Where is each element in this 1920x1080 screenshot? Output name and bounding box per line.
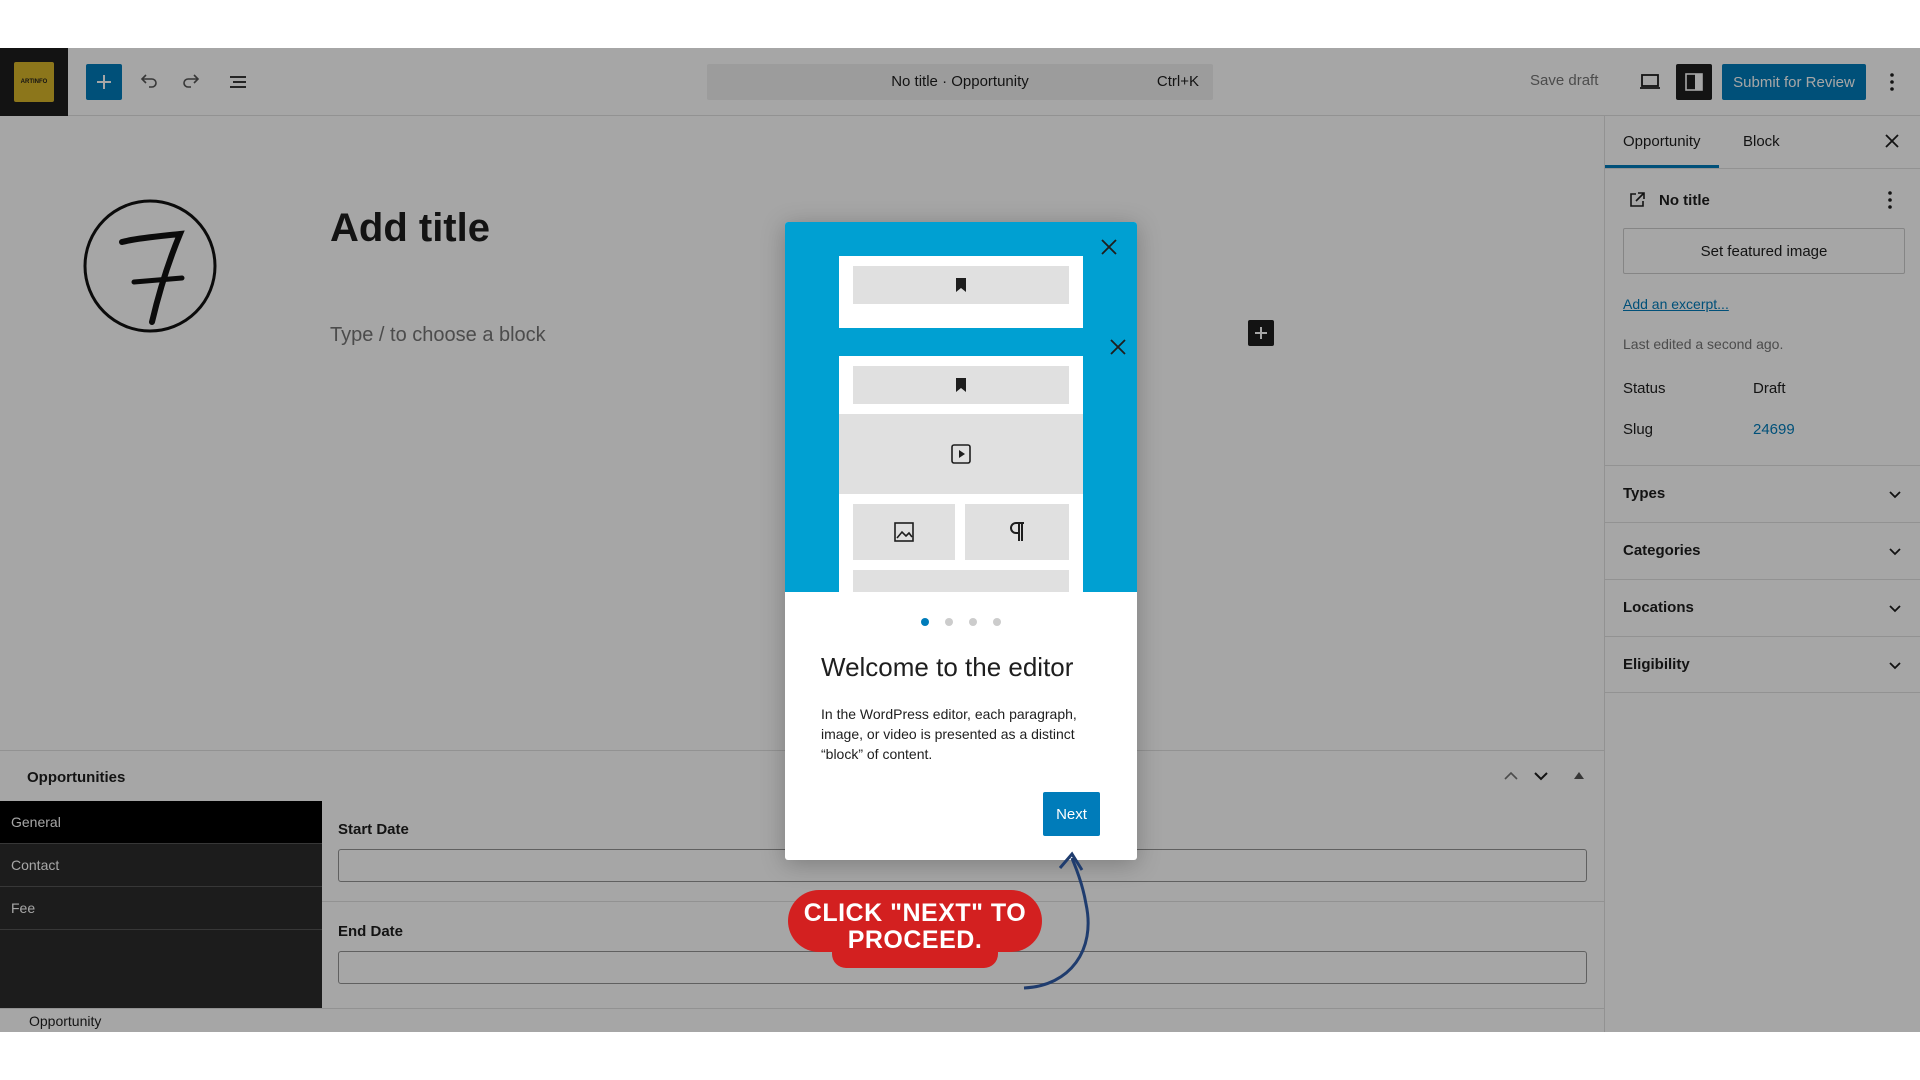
callout-text: CLICK "NEXT" TO PROCEED. bbox=[803, 899, 1027, 954]
page-dot[interactable] bbox=[969, 618, 977, 626]
paragraph-icon bbox=[1010, 522, 1024, 541]
illustration-card bbox=[839, 356, 1083, 592]
guide-illustration bbox=[785, 222, 1137, 592]
illustration-card bbox=[839, 256, 1083, 328]
illustration-bar bbox=[853, 570, 1069, 592]
image-icon bbox=[894, 522, 914, 542]
close-icon[interactable] bbox=[1100, 238, 1118, 256]
page-dot[interactable] bbox=[921, 618, 929, 626]
next-button[interactable]: Next bbox=[1043, 792, 1100, 836]
page-dot[interactable] bbox=[993, 618, 1001, 626]
bookmark-icon bbox=[956, 378, 966, 392]
editor-app: ARTINFO No title · Opportunity Ctrl+K Sa… bbox=[0, 48, 1920, 1032]
page-dot[interactable] bbox=[945, 618, 953, 626]
illustration-image-block bbox=[853, 504, 955, 560]
guide-page-indicator bbox=[785, 618, 1137, 630]
illustration-bar bbox=[853, 266, 1069, 304]
illustration-paragraph-block bbox=[965, 504, 1069, 560]
bookmark-icon bbox=[956, 278, 966, 292]
illustration-video-block bbox=[839, 414, 1083, 494]
instruction-callout: CLICK "NEXT" TO PROCEED. bbox=[788, 890, 1042, 968]
video-play-icon bbox=[951, 444, 971, 464]
guide-description: In the WordPress editor, each paragraph,… bbox=[821, 706, 1077, 762]
welcome-guide-modal: Welcome to the editor In the WordPress e… bbox=[785, 222, 1137, 860]
illustration-bar bbox=[853, 366, 1069, 404]
close-icon bbox=[1110, 339, 1126, 355]
guide-heading: Welcome to the editor bbox=[821, 652, 1074, 682]
